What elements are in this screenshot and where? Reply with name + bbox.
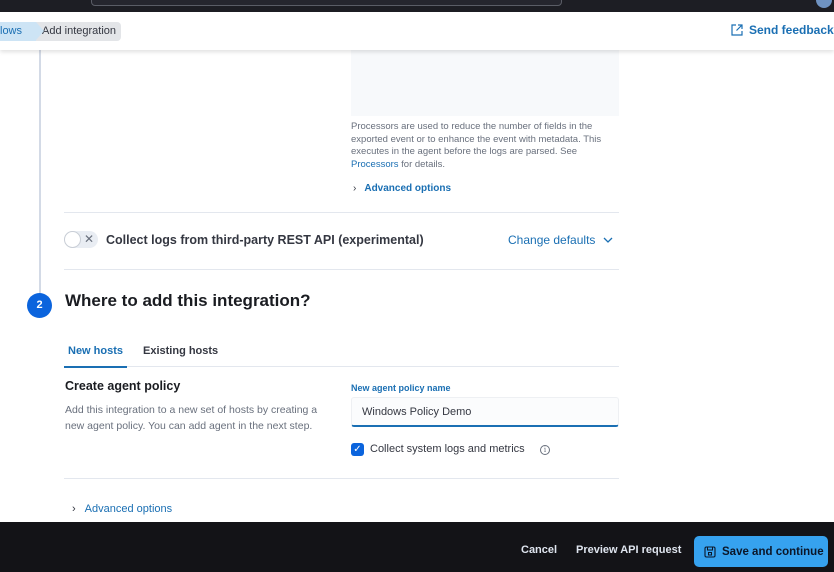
divider bbox=[64, 212, 619, 213]
change-defaults-button[interactable]: Change defaults bbox=[508, 233, 613, 247]
cancel-button[interactable]: Cancel bbox=[521, 544, 557, 556]
chevron-right-icon: › bbox=[353, 183, 357, 194]
processors-link[interactable]: Processors bbox=[351, 159, 399, 170]
send-feedback-label: Send feedback bbox=[749, 23, 834, 37]
breadcrumb-item-previous[interactable]: lows bbox=[0, 22, 44, 41]
close-icon: ✕ bbox=[84, 232, 95, 246]
policy-advanced-options-toggle[interactable]: › Advanced options bbox=[72, 503, 172, 515]
processors-help-text: Processors are used to reduce the number… bbox=[351, 121, 623, 171]
policy-name-label: New agent policy name bbox=[351, 383, 451, 393]
step-number-badge: 2 bbox=[27, 293, 52, 318]
chevron-right-icon: › bbox=[72, 503, 76, 515]
save-icon bbox=[704, 545, 716, 558]
create-agent-policy-title: Create agent policy bbox=[65, 379, 181, 393]
divider bbox=[64, 269, 619, 270]
advanced-options-label: Advanced options bbox=[364, 183, 452, 194]
top-nav-bar bbox=[0, 0, 834, 12]
collect-system-logs-checkbox[interactable]: ✓ bbox=[351, 443, 364, 456]
hosts-tabs: New hosts Existing hosts bbox=[63, 341, 619, 368]
user-avatar[interactable] bbox=[816, 0, 832, 8]
main-content: Processors are used to reduce the number… bbox=[0, 50, 834, 522]
info-icon[interactable]: i bbox=[540, 445, 550, 455]
tab-new-hosts[interactable]: New hosts bbox=[63, 345, 128, 368]
bottom-action-bar: Cancel Preview API request Save and cont… bbox=[0, 522, 834, 572]
policy-name-input[interactable] bbox=[351, 397, 619, 427]
rest-api-input-switch[interactable]: ✕ bbox=[64, 231, 98, 248]
preview-api-request-button[interactable]: Preview API request bbox=[576, 544, 681, 556]
advanced-options-label: Advanced options bbox=[84, 503, 173, 515]
processors-editor[interactable] bbox=[351, 50, 619, 116]
divider bbox=[64, 478, 619, 479]
breadcrumb-bar: lows Add integration Send feedback bbox=[0, 12, 834, 50]
chevron-down-icon bbox=[603, 237, 613, 243]
step-title: Where to add this integration? bbox=[65, 291, 311, 310]
processors-help-suffix: for details. bbox=[398, 158, 445, 170]
processors-help-prefix: Processors are used to reduce the number… bbox=[351, 121, 602, 157]
global-search-field[interactable] bbox=[91, 0, 562, 6]
change-defaults-label: Change defaults bbox=[508, 233, 596, 247]
steps-connector-line bbox=[39, 50, 41, 294]
check-icon: ✓ bbox=[353, 444, 362, 455]
switch-knob bbox=[64, 231, 81, 248]
save-and-continue-button[interactable]: Save and continue bbox=[694, 536, 828, 567]
save-and-continue-label: Save and continue bbox=[722, 545, 824, 558]
external-link-icon bbox=[731, 24, 743, 36]
processors-advanced-options-toggle[interactable]: › Advanced options bbox=[353, 183, 451, 194]
send-feedback-link[interactable]: Send feedback bbox=[731, 23, 834, 37]
rest-api-input-label: Collect logs from third-party REST API (… bbox=[106, 233, 424, 247]
collect-system-logs-label: Collect system logs and metrics bbox=[370, 443, 525, 455]
tab-existing-hosts[interactable]: Existing hosts bbox=[143, 345, 218, 357]
create-agent-policy-description: Add this integration to a new set of hos… bbox=[65, 404, 318, 432]
